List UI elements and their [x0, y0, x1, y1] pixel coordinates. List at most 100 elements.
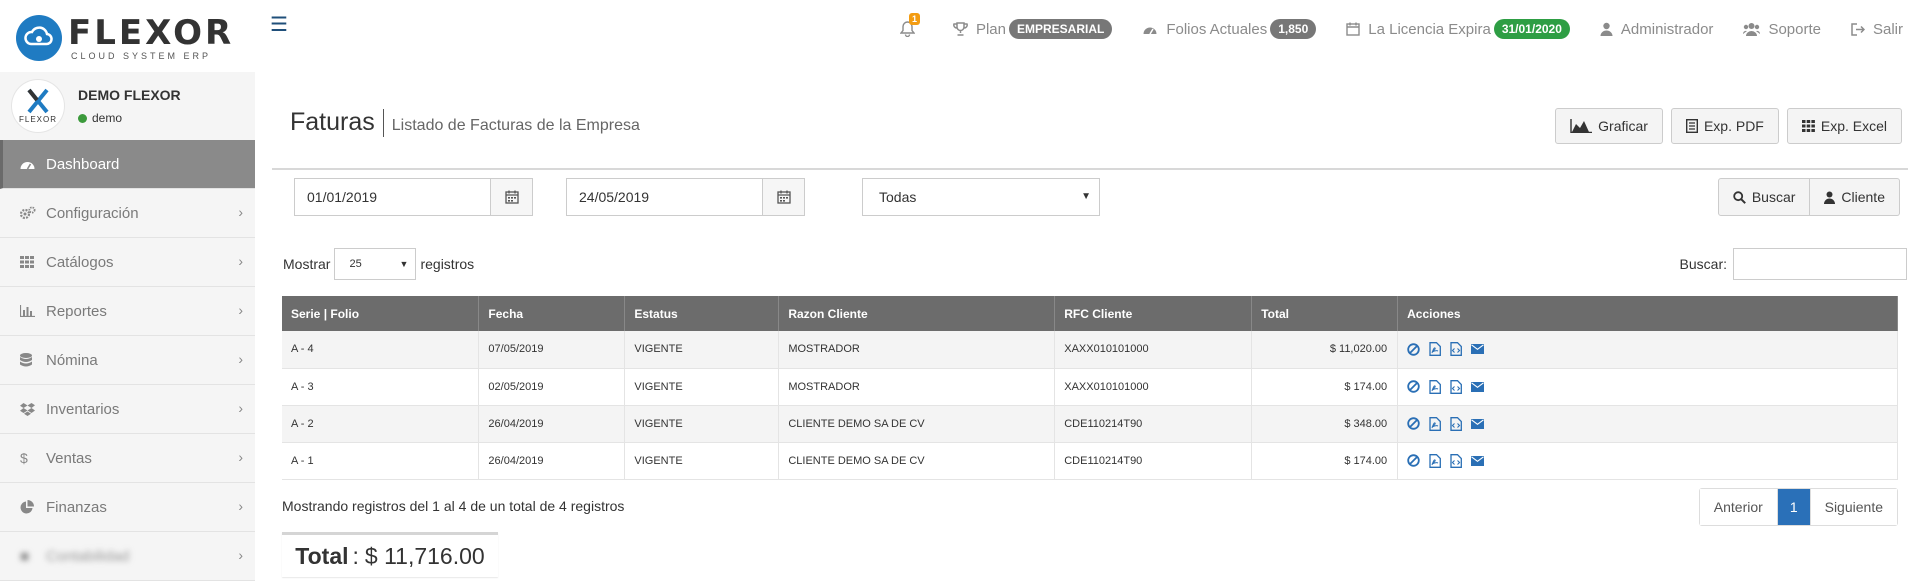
sidebar-item-inventarios[interactable]: Inventarios › [0, 385, 255, 434]
profile-name: DEMO FLEXOR [78, 87, 181, 103]
status-select[interactable]: Todas ▼ [862, 178, 1100, 216]
sidebar-item-nomina[interactable]: Nómina › [0, 336, 255, 385]
cell-actions [1397, 442, 1898, 480]
page-length-select[interactable]: 25 ▼ [334, 248, 417, 280]
filter-bar: 01/01/2019 24/05/2019 Todas ▼ Buscar Cli… [294, 178, 1908, 216]
sidebar-item-label: Finanzas [46, 498, 107, 516]
column-header[interactable]: Razon Cliente [778, 296, 1056, 331]
table-row[interactable]: A - 1 26/04/2019 VIGENTE CLIENTE DEMO SA DE… [282, 442, 1898, 480]
calendar-icon[interactable] [762, 179, 804, 215]
total-separator: : [352, 542, 359, 569]
plan-indicator[interactable]: Plan EMPRESARIAL [953, 19, 1113, 39]
cancel-invoice-icon[interactable] [1407, 417, 1420, 430]
sidebar-item-contabilidad[interactable]: ■ Contabilidad › [0, 532, 255, 581]
chevron-right-icon: › [238, 204, 243, 220]
pdf-file-icon[interactable] [1429, 416, 1442, 431]
envelope-icon[interactable] [1471, 418, 1485, 429]
notifications-button[interactable]: 1 [899, 13, 923, 37]
filter-actions: Buscar Cliente [1717, 178, 1900, 216]
table-row[interactable]: A - 3 02/05/2019 VIGENTE MOSTRADOR XAXX01010… [282, 368, 1898, 406]
sidebar-item-finanzas[interactable]: Finanzas › [0, 483, 255, 532]
brand-logo[interactable]: FLEXOR CLOUD SYSTEM ERP [16, 12, 246, 64]
calendar-icon [1346, 22, 1360, 36]
xml-file-icon[interactable] [1450, 416, 1463, 431]
cell-fecha: 07/05/2019 [478, 331, 626, 369]
sidebar-item-reportes[interactable]: Reportes › [0, 287, 255, 336]
total-summary: Total : $ 11,716.00 [282, 532, 498, 577]
top-navigation: 1 Plan EMPRESARIAL Folios Actuales 1,850… [870, 13, 1903, 40]
table-search-input[interactable] [1733, 248, 1907, 280]
previous-page-button[interactable]: Anterior [1699, 489, 1778, 525]
xml-file-icon[interactable] [1450, 379, 1463, 394]
table-header-row: Serie | Folio Fecha Estatus Razon Client… [282, 296, 1898, 331]
cell-fecha: 26/04/2019 [478, 405, 626, 443]
envelope-icon[interactable] [1471, 344, 1485, 355]
page-1-button[interactable]: 1 [1777, 489, 1810, 525]
page-subtitle: Listado de Facturas de la Empresa [391, 117, 640, 134]
header-actions: Graficar Exp. PDF Exp. Excel [1555, 108, 1902, 144]
envelope-icon[interactable] [1471, 381, 1485, 392]
support-link[interactable]: Soporte [1743, 21, 1821, 38]
search-button[interactable]: Buscar [1717, 178, 1811, 216]
sidebar-item-dashboard[interactable]: Dashboard [0, 140, 255, 189]
menu-toggle-icon[interactable]: ☰ [270, 12, 288, 37]
dollar-icon: $ [20, 450, 28, 466]
sidebar-item-catalogos[interactable]: Catálogos › [0, 238, 255, 287]
cell-fecha: 26/04/2019 [478, 442, 626, 480]
date-from-input[interactable]: 01/01/2019 [295, 179, 490, 215]
column-header[interactable]: RFC Cliente [1054, 296, 1253, 331]
page-length-value: 25 [349, 258, 362, 270]
client-button-label: Cliente [1841, 189, 1885, 205]
sidebar-item-ventas[interactable]: $ Ventas › [0, 434, 255, 483]
graph-button[interactable]: Graficar [1555, 108, 1663, 144]
cancel-invoice-icon[interactable] [1407, 454, 1420, 467]
table-row[interactable]: A - 4 07/05/2019 VIGENTE MOSTRADOR XAXX01010… [282, 331, 1898, 369]
cancel-invoice-icon[interactable] [1407, 380, 1420, 393]
avatar-text: FLEXOR [18, 115, 57, 124]
date-from-picker[interactable]: 01/01/2019 [294, 178, 533, 216]
export-pdf-label: Exp. PDF [1703, 118, 1764, 134]
admin-menu[interactable]: Administrador [1600, 21, 1713, 38]
column-header[interactable]: Estatus [624, 296, 780, 331]
folios-label: Folios Actuales [1166, 20, 1268, 38]
pdf-file-icon[interactable] [1429, 453, 1442, 468]
cell-folio: A - 3 [282, 368, 480, 406]
export-pdf-button[interactable]: Exp. PDF [1670, 108, 1779, 144]
xml-file-icon[interactable] [1450, 453, 1463, 468]
pdf-file-icon[interactable] [1429, 342, 1442, 357]
cancel-invoice-icon[interactable] [1407, 343, 1420, 356]
caret-down-icon: ▼ [1081, 191, 1091, 202]
sidebar-item-label: Inventarios [46, 400, 120, 418]
column-header[interactable]: Serie | Folio [282, 296, 480, 331]
xml-file-icon[interactable] [1450, 342, 1463, 357]
cell-actions [1397, 368, 1898, 406]
license-label: La Licencia Expira [1368, 20, 1491, 38]
table-row[interactable]: A - 2 26/04/2019 VIGENTE CLIENTE DEMO SA DE… [282, 405, 1898, 443]
export-excel-button[interactable]: Exp. Excel [1786, 108, 1902, 144]
sidebar-item-label: Dashboard [46, 155, 120, 173]
cell-total: $ 174.00 [1251, 442, 1399, 480]
sidebar-item-configuracion[interactable]: Configuración › [0, 189, 255, 238]
column-header[interactable]: Fecha [478, 296, 626, 331]
profile-status-label: demo [92, 111, 123, 125]
pagination: Anterior 1 Siguiente [1698, 488, 1898, 526]
exit-link[interactable]: Salir [1851, 21, 1903, 38]
column-header[interactable]: Total [1251, 296, 1399, 331]
calendar-icon[interactable] [490, 179, 532, 215]
pdf-file-icon[interactable] [1429, 379, 1442, 394]
caret-down-icon: ▼ [399, 259, 409, 269]
user-profile: FLEXOR DEMO FLEXOR demo [0, 72, 255, 140]
date-to-input[interactable]: 24/05/2019 [567, 179, 762, 215]
cell-total: $ 11,020.00 [1251, 331, 1399, 369]
dashboard-icon [20, 158, 46, 170]
next-page-button[interactable]: Siguiente [1809, 489, 1897, 525]
license-indicator[interactable]: La Licencia Expira 31/01/2020 [1346, 19, 1570, 39]
envelope-icon[interactable] [1471, 455, 1485, 466]
client-button[interactable]: Cliente [1810, 178, 1900, 216]
search-button-label: Buscar [1751, 189, 1796, 205]
page-title: Faturas [290, 108, 375, 136]
sidebar: FLEXOR DEMO FLEXOR demo Dashboard Config… [0, 72, 255, 581]
user-icon [1824, 191, 1836, 204]
date-to-picker[interactable]: 24/05/2019 [566, 178, 805, 216]
folios-indicator[interactable]: Folios Actuales 1,850 [1142, 19, 1317, 39]
